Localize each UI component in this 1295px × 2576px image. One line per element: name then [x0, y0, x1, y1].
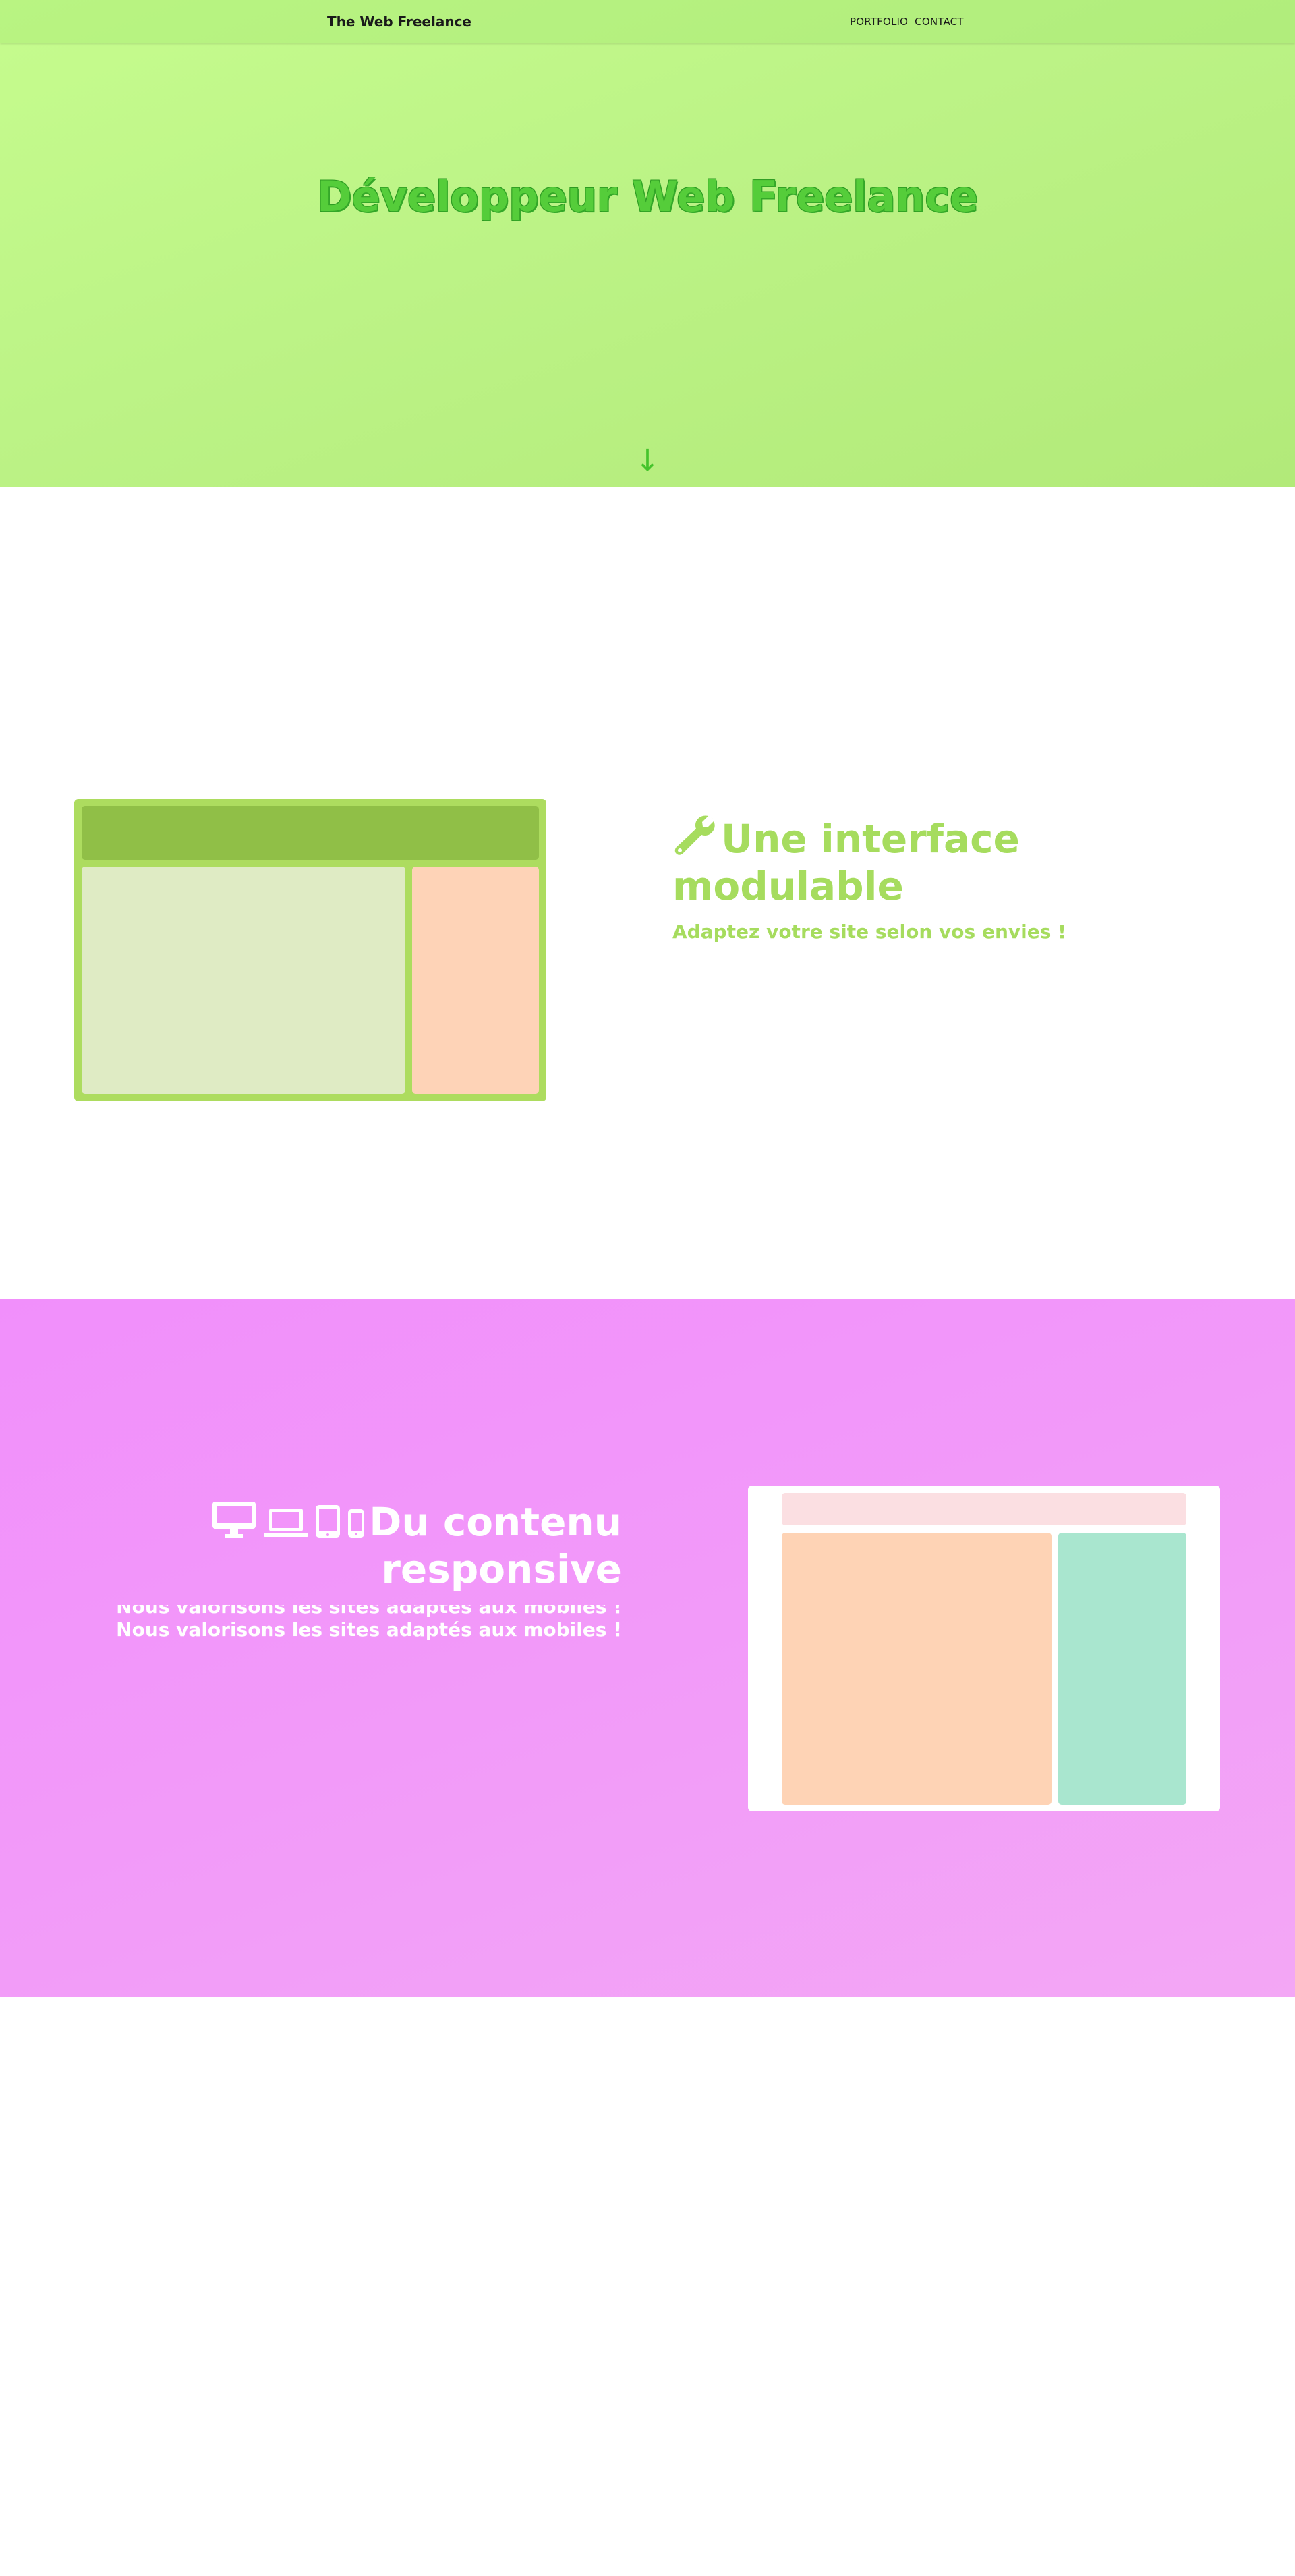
illustration-main-block	[82, 867, 405, 1094]
layout-illustration-modulable	[74, 799, 546, 1101]
illustration-main-block	[782, 1533, 1052, 1805]
desktop-icon	[212, 1502, 256, 1538]
illustration-sidebar-block	[412, 867, 539, 1094]
mobile-icon	[348, 1509, 365, 1538]
illustration-header-block	[782, 1493, 1186, 1525]
feature-responsive-title-text: Du contenu responsive	[369, 1499, 622, 1592]
device-icons	[211, 1500, 365, 1538]
scroll-down-arrow-icon[interactable]: ↓	[631, 446, 664, 476]
tablet-icon	[316, 1505, 341, 1538]
wrench-icon	[674, 815, 715, 855]
feature-responsive-subtitle-overlap: Nous valorisons les sites adaptés aux mo…	[116, 1605, 622, 1618]
hero-title: Développeur Web Freelance	[316, 172, 979, 221]
illustration-sidebar-block	[1058, 1533, 1186, 1805]
layout-illustration-responsive	[748, 1486, 1220, 1811]
main-nav: PORTFOLIO CONTACT	[850, 16, 964, 28]
nav-link-contact[interactable]: CONTACT	[915, 16, 964, 28]
illustration-header-block	[82, 806, 539, 860]
laptop-icon	[264, 1509, 309, 1537]
nav-link-portfolio[interactable]: PORTFOLIO	[850, 16, 908, 28]
feature-modulable-title: Une interface modulable	[672, 815, 1185, 910]
feature-modulable-subtitle: Adaptez votre site selon vos envies !	[672, 920, 1066, 943]
feature-responsive-title: Du contenu responsive	[108, 1498, 622, 1593]
top-navbar: The Web Freelance PORTFOLIO CONTACT	[0, 0, 1295, 43]
feature-modulable: Une interface modulable Adaptez votre si…	[672, 815, 1185, 943]
feature-responsive-subtitle: Nous valorisons les sites adaptés aux mo…	[116, 1618, 622, 1641]
brand-logo-text[interactable]: The Web Freelance	[327, 13, 471, 30]
feature-modulable-title-text: Une interface modulable	[672, 816, 1020, 909]
feature-responsive: Du contenu responsive Nous valorisons le…	[108, 1498, 622, 1641]
hero-section: The Web Freelance PORTFOLIO CONTACT Déve…	[0, 0, 1295, 487]
